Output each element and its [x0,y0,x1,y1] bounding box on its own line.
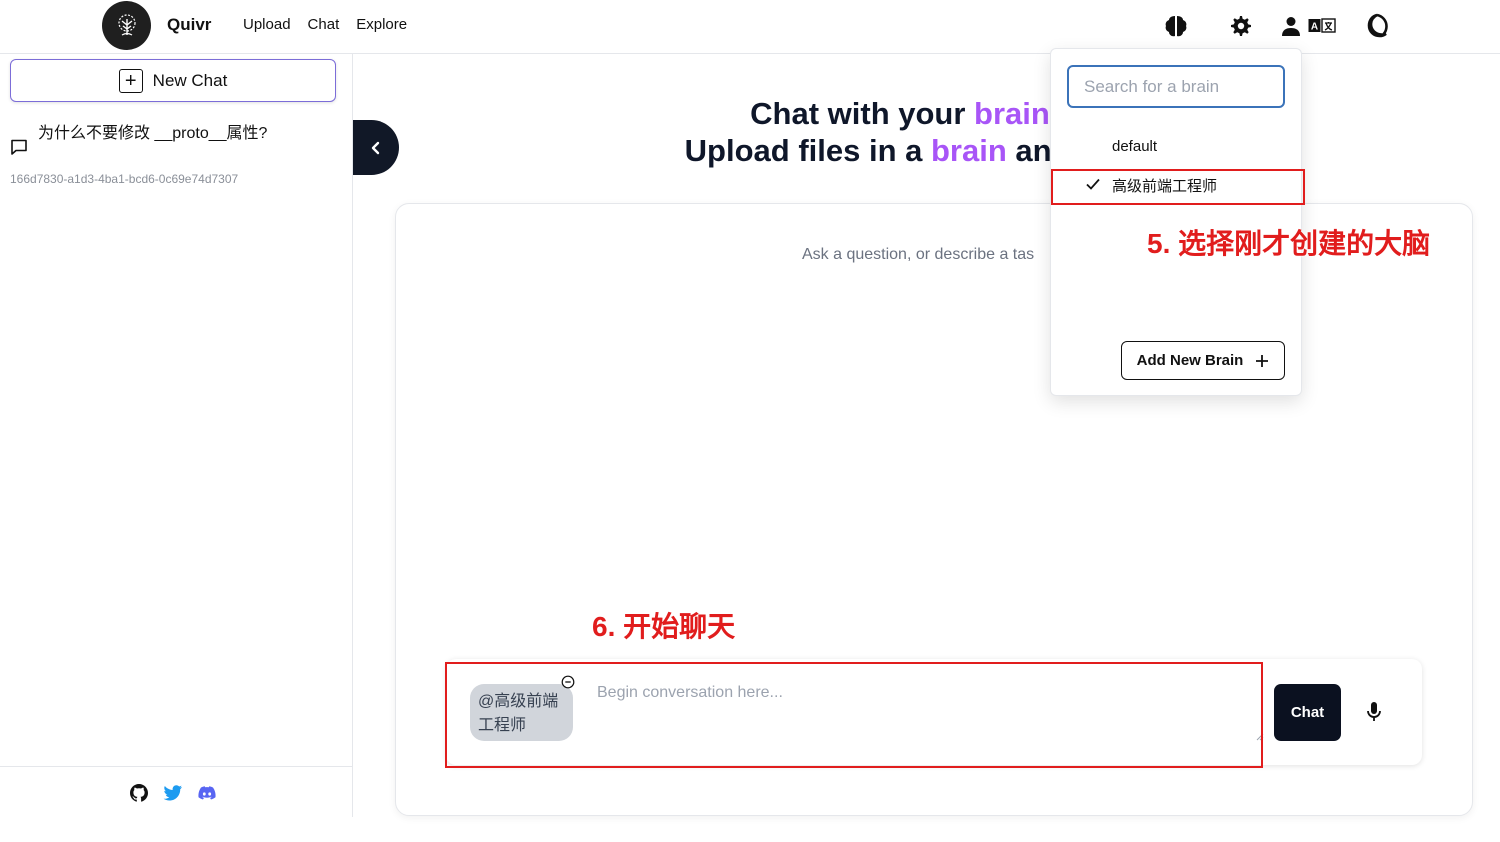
subtitle-brain-word: brain [931,133,1007,168]
annotation-box-brain-option [1051,169,1305,205]
chevron-left-icon [371,141,380,154]
plus-icon [1256,354,1269,367]
new-chat-button[interactable]: + New Chat [10,59,336,102]
top-header: Quivr Upload Chat Explore A [0,0,1500,54]
collapse-sidebar-button[interactable] [353,120,399,175]
brand-name[interactable]: Quivr [167,15,211,35]
new-chat-label: New Chat [152,70,228,90]
brain-icon[interactable] [1162,12,1190,40]
discord-icon[interactable] [197,783,217,803]
add-new-brain-button[interactable]: Add New Brain [1121,341,1285,380]
github-icon[interactable] [129,783,149,803]
subtitle-text-a: Upload files in a [684,133,931,168]
quivr-logo[interactable] [102,1,151,50]
nav-explore[interactable]: Explore [356,16,407,33]
title-brain-word: brain [974,96,1050,131]
annotation-step5: 5. 选择刚才创建的大脑 [1147,228,1431,259]
annotation-box-input [445,662,1263,768]
language-icon[interactable]: A [1308,12,1336,40]
ask-prompt-text: Ask a question, or describe a tas [802,246,1035,263]
title-text: Chat with your [750,96,975,131]
gear-icon[interactable] [1227,12,1255,40]
svg-text:A: A [1311,22,1318,33]
microphone-icon[interactable] [1362,700,1386,724]
chat-bubble-icon [11,139,27,155]
user-icon[interactable] [1277,12,1305,40]
twitter-icon[interactable] [163,783,183,803]
annotation-step6: 6. 开始聊天 [592,611,736,642]
add-brain-label: Add New Brain [1136,352,1244,369]
nav-upload[interactable]: Upload [243,16,291,33]
brain-option-default[interactable]: default [1112,138,1157,155]
chat-title: 为什么不要修改 __proto__属性? [38,125,268,142]
plus-square-icon: + [118,68,143,93]
send-chat-button[interactable]: Chat [1274,684,1341,741]
nav-chat[interactable]: Chat [308,16,340,33]
tree-logo-icon [117,13,136,36]
chat-id: 166d7830-a1d3-4ba1-bcd6-0c69e74d7307 [10,172,239,186]
sidebar: + New Chat 为什么不要修改 __proto__属性? 166d7830… [0,54,353,817]
sidebar-footer [0,766,353,817]
brain-search-input[interactable] [1067,65,1285,108]
main-nav: Upload Chat Explore [243,16,407,33]
moon-icon[interactable] [1361,12,1389,40]
